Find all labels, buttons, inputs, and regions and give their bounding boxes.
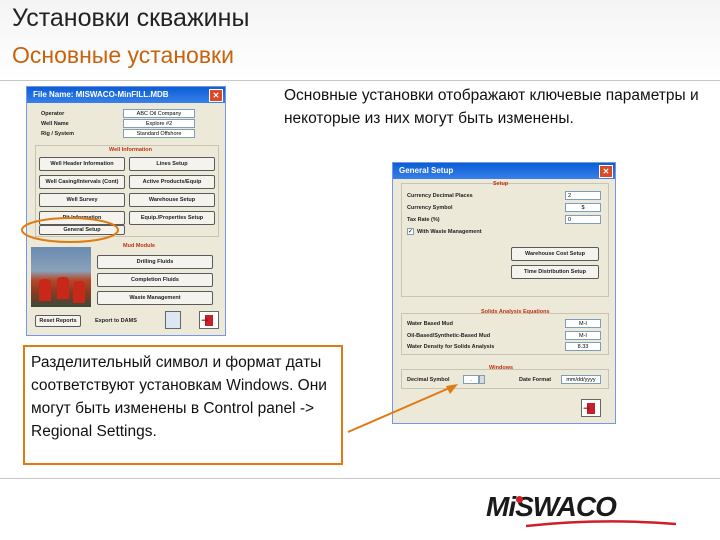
- logo-dot: [516, 496, 523, 503]
- well-name-field[interactable]: Explore #2: [123, 119, 195, 128]
- well-photo: [31, 247, 91, 307]
- setup-group: [401, 183, 609, 297]
- windows-header: Windows: [489, 365, 514, 371]
- warehouse-setup-button[interactable]: Warehouse Setup: [129, 193, 215, 207]
- well-survey-button[interactable]: Well Survey: [39, 193, 125, 207]
- currency-symbol-field[interactable]: $: [565, 203, 601, 212]
- rig-label: Rig / System: [41, 131, 75, 137]
- equip-properties-button[interactable]: Equip./Properties Setup: [129, 211, 215, 225]
- note-callout: Разделительный символ и формат даты соот…: [23, 345, 343, 465]
- setup-window-title: General Setup: [399, 166, 454, 175]
- mud-module-header: Mud Module: [123, 243, 156, 249]
- general-setup-button[interactable]: General Setup: [39, 225, 125, 235]
- info-icon[interactable]: [165, 311, 181, 329]
- oil-mud-field[interactable]: M-I: [565, 331, 601, 340]
- slide-subtitle: Основные установки: [12, 42, 234, 68]
- waste-checkbox[interactable]: ✓: [407, 228, 414, 235]
- setup-window: General Setup ✕ Setup Currency Decimal P…: [392, 162, 616, 424]
- time-distribution-button[interactable]: Time Distribution Setup: [511, 265, 599, 279]
- logo-swoosh: [526, 520, 676, 528]
- main-window-titlebar: File Name: MISWACO-MinFILL.MDB ✕: [27, 87, 225, 103]
- close-icon[interactable]: ✕: [209, 89, 223, 102]
- completion-fluids-button[interactable]: Completion Fluids: [97, 273, 213, 287]
- waste-checkbox-label: With Waste Management: [417, 229, 482, 235]
- decimal-dropdown-icon[interactable]: [479, 375, 485, 384]
- main-window: File Name: MISWACO-MinFILL.MDB ✕ Operato…: [26, 86, 226, 336]
- oil-mud-label: Oil-Based/Synthetic-Based Mud: [407, 333, 491, 339]
- well-header-button[interactable]: Well Header Information: [39, 157, 125, 171]
- operator-label: Operator: [41, 111, 65, 117]
- footer-divider: [0, 478, 720, 479]
- close-icon[interactable]: ✕: [599, 165, 613, 178]
- tax-rate-label: Tax Rate (%): [407, 217, 440, 223]
- description-text: Основные установки отображают ключевые п…: [284, 87, 699, 127]
- water-mud-label: Water Based Mud: [407, 321, 453, 327]
- currency-symbol-label: Currency Symbol: [407, 205, 453, 211]
- lines-setup-button[interactable]: Lines Setup: [129, 157, 215, 171]
- date-format-field[interactable]: mm/dd/yyyy: [561, 375, 601, 384]
- logo-text: MiSWACO: [486, 491, 617, 522]
- currency-decimal-label: Currency Decimal Places: [407, 193, 473, 199]
- reset-reports-button[interactable]: Reset Reports: [35, 315, 81, 327]
- well-info-header: Well Information: [109, 147, 152, 153]
- warehouse-cost-button[interactable]: Warehouse Cost Setup: [511, 247, 599, 261]
- company-logo: MiSWACO: [476, 490, 676, 530]
- exit-icon[interactable]: ➜: [199, 311, 219, 329]
- decimal-symbol-field[interactable]: .: [463, 375, 479, 384]
- main-window-title: File Name: MISWACO-MinFILL.MDB: [33, 90, 169, 99]
- decimal-symbol-label: Decimal Symbol: [407, 377, 450, 383]
- water-mud-field[interactable]: M-I: [565, 319, 601, 328]
- water-density-field[interactable]: 8.33: [565, 342, 601, 351]
- well-casing-button[interactable]: Well Casing/Intervals (Cont): [39, 175, 125, 189]
- currency-decimal-field[interactable]: 2: [565, 191, 601, 200]
- waste-management-button[interactable]: Waste Management: [97, 291, 213, 305]
- pit-information-button[interactable]: Pit Information: [39, 211, 125, 225]
- rig-field[interactable]: Standard Offshore: [123, 129, 195, 138]
- exit-icon[interactable]: ➜: [581, 399, 601, 417]
- tax-rate-field[interactable]: 0: [565, 215, 601, 224]
- drilling-fluids-button[interactable]: Drilling Fluids: [97, 255, 213, 269]
- solids-header: Solids Analysis Equations: [481, 309, 550, 315]
- active-products-button[interactable]: Active Products/Equip: [129, 175, 215, 189]
- well-name-label: Well Name: [41, 121, 69, 127]
- title-divider: [0, 80, 720, 81]
- slide-title: Установки скважины: [12, 4, 250, 32]
- water-density-label: Water Density for Solids Analysis: [407, 344, 495, 350]
- setup-window-titlebar: General Setup ✕: [393, 163, 615, 179]
- setup-header: Setup: [493, 181, 509, 187]
- date-format-label: Date Format: [519, 377, 552, 383]
- operator-field[interactable]: ABC Oil Company: [123, 109, 195, 118]
- export-dams-label[interactable]: Export to DAMS: [95, 318, 137, 324]
